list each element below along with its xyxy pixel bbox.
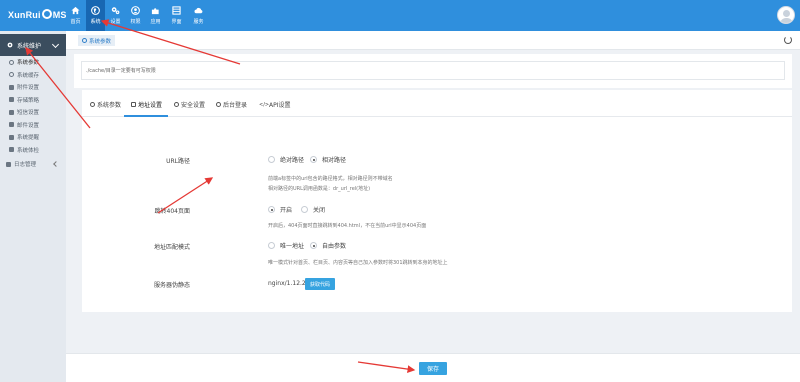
- notice-panel: ./cache/目录一定要有可写权限: [74, 54, 792, 88]
- radio-404-enable[interactable]: 开启: [268, 205, 292, 214]
- shield-icon: [174, 101, 179, 107]
- cloud-icon: [194, 6, 203, 15]
- radio-circle: [268, 156, 275, 163]
- sidebar-item-system-params[interactable]: 系统参数: [0, 56, 66, 69]
- url-path-help-1: 前端a标签中的url包含的路径格式，相对路径则不带域名: [268, 176, 393, 182]
- user-circle-icon: [131, 6, 140, 15]
- home-icon: [71, 6, 80, 15]
- tab-admin-login[interactable]: 后台登录: [216, 99, 247, 109]
- main-content: 系统参数 ./cache/目录一定要有可写权限 系统参数 地址设置 安全设置 后…: [66, 31, 800, 382]
- settings-tabs: 系统参数 地址设置 安全设置 后台登录 </> API设置: [82, 90, 792, 117]
- sidebar-item-system-cache[interactable]: 系统缓存: [0, 69, 66, 82]
- radio-circle-checked: [310, 242, 317, 249]
- chevron-left-icon: [53, 161, 59, 167]
- notice-text: ./cache/目录一定要有可写权限: [81, 61, 785, 80]
- gear-icon: [9, 59, 14, 65]
- sidebar-header-system-maintenance[interactable]: 系统维护: [0, 34, 66, 56]
- top-nav: 首页 系统 设置 权限 应用 界面 服务: [66, 0, 210, 31]
- calendar-icon: [6, 161, 11, 167]
- radio-circle-checked: [268, 206, 275, 213]
- layout-icon: [172, 6, 181, 15]
- sidebar-group-log-management[interactable]: 日志管理: [0, 158, 66, 171]
- puzzle-icon: [151, 6, 160, 15]
- radio-circle: [301, 206, 308, 213]
- radio-free-params[interactable]: 自由参数: [310, 241, 346, 250]
- nav-label: 服务: [193, 19, 204, 25]
- folder-icon: [9, 84, 14, 90]
- nav-home[interactable]: 首页: [66, 0, 85, 31]
- tab-url-settings[interactable]: 地址设置: [131, 99, 162, 109]
- nav-label: 首页: [70, 19, 81, 25]
- chevron-down-icon: [51, 40, 60, 49]
- nav-label: 应用: [150, 19, 161, 25]
- radio-absolute-path[interactable]: 绝对路径: [268, 155, 304, 164]
- tab-system-params[interactable]: 系统参数: [90, 99, 121, 109]
- refresh-icon: [9, 72, 14, 78]
- breadcrumb-tab-system-params[interactable]: 系统参数: [78, 35, 116, 46]
- nav-label: 界面: [171, 19, 182, 25]
- sidebar-item-attachment-settings[interactable]: 附件设置: [0, 81, 66, 94]
- nav-label: 权限: [130, 19, 141, 25]
- code-icon: </>: [259, 101, 270, 108]
- nav-apps[interactable]: 应用: [146, 0, 165, 31]
- logo-c-mark: [41, 9, 52, 19]
- sidebar-item-system-check[interactable]: 系统体检: [0, 144, 66, 157]
- avatar[interactable]: [777, 6, 795, 24]
- radio-unique-address[interactable]: 唯一地址: [268, 241, 304, 250]
- sidebar-item-sms-settings[interactable]: 短信设置: [0, 106, 66, 119]
- radio-circle: [268, 242, 275, 249]
- envelope-icon: [9, 109, 14, 115]
- server-rewrite-label: 服务器伪静态: [153, 282, 190, 289]
- logo[interactable]: XunRui MS: [8, 9, 67, 20]
- active-tab-indicator: [124, 115, 168, 117]
- save-button[interactable]: 保存: [419, 362, 447, 375]
- jump404-label: 跳转404页面: [154, 208, 190, 215]
- server-version: nginx/1.12.2: [268, 280, 306, 287]
- match-mode-label: 地址匹配模式: [153, 244, 190, 251]
- refresh-icon[interactable]: [784, 36, 792, 44]
- get-code-button[interactable]: 获取代码: [305, 278, 336, 290]
- nav-label: 设置: [110, 19, 121, 25]
- user-icon: [216, 101, 221, 107]
- gear-icon: [82, 38, 87, 43]
- url-path-label: URL路径: [166, 158, 190, 165]
- gear-icon: [7, 42, 13, 48]
- breadcrumb: 系统参数: [66, 31, 800, 50]
- nav-label: 系统: [90, 19, 101, 25]
- settings-form-panel: 系统参数 地址设置 安全设置 后台登录 </> API设置 URL路径 绝对路径 …: [82, 90, 792, 312]
- tab-api-settings[interactable]: </> API设置: [259, 99, 291, 109]
- nav-interface[interactable]: 界面: [166, 0, 187, 31]
- radio-circle-checked: [310, 156, 317, 163]
- sidebar-item-storage-policy[interactable]: 存储策略: [0, 94, 66, 107]
- link-icon: [131, 101, 136, 107]
- nav-system[interactable]: 系统: [86, 0, 105, 31]
- radio-404-disable[interactable]: 关闭: [301, 205, 325, 214]
- jump404-help: 开启后，404页面时直接跳转到404.html，不在当前url中显示404页面: [268, 223, 427, 229]
- nav-settings[interactable]: 设置: [106, 0, 125, 31]
- cloud-icon: [9, 97, 14, 103]
- match-mode-help: 唯一模式针对首页、栏目页、内容页等自己加入参数时将301跳转到本身的地址上: [268, 260, 448, 266]
- sidebar-header-label: 系统维护: [17, 42, 42, 50]
- top-bar: XunRui MS 首页 系统 设置 权限 应用 界面 服务: [0, 0, 800, 31]
- sidebar-item-system-reminder[interactable]: 系统提醒: [0, 131, 66, 144]
- sidebar: 系统维护 系统参数 系统缓存 附件设置 存储策略 短信设置 邮件设置 系统提醒 …: [0, 31, 66, 382]
- wrench-icon: [9, 147, 14, 153]
- bell-icon: [9, 134, 14, 140]
- radio-relative-path[interactable]: 相对路径: [310, 155, 346, 164]
- globe-icon: [91, 6, 100, 15]
- sidebar-item-mail-settings[interactable]: 邮件设置: [0, 119, 66, 132]
- gears-icon: [111, 6, 120, 15]
- mail-icon: [9, 122, 14, 128]
- url-path-help-2: 相对路径的URL调用函数是：dr_url_rel(地址): [268, 186, 371, 192]
- gear-icon: [90, 101, 95, 107]
- nav-permission[interactable]: 权限: [126, 0, 145, 31]
- nav-services[interactable]: 服务: [188, 0, 209, 31]
- tab-security-settings[interactable]: 安全设置: [174, 99, 205, 109]
